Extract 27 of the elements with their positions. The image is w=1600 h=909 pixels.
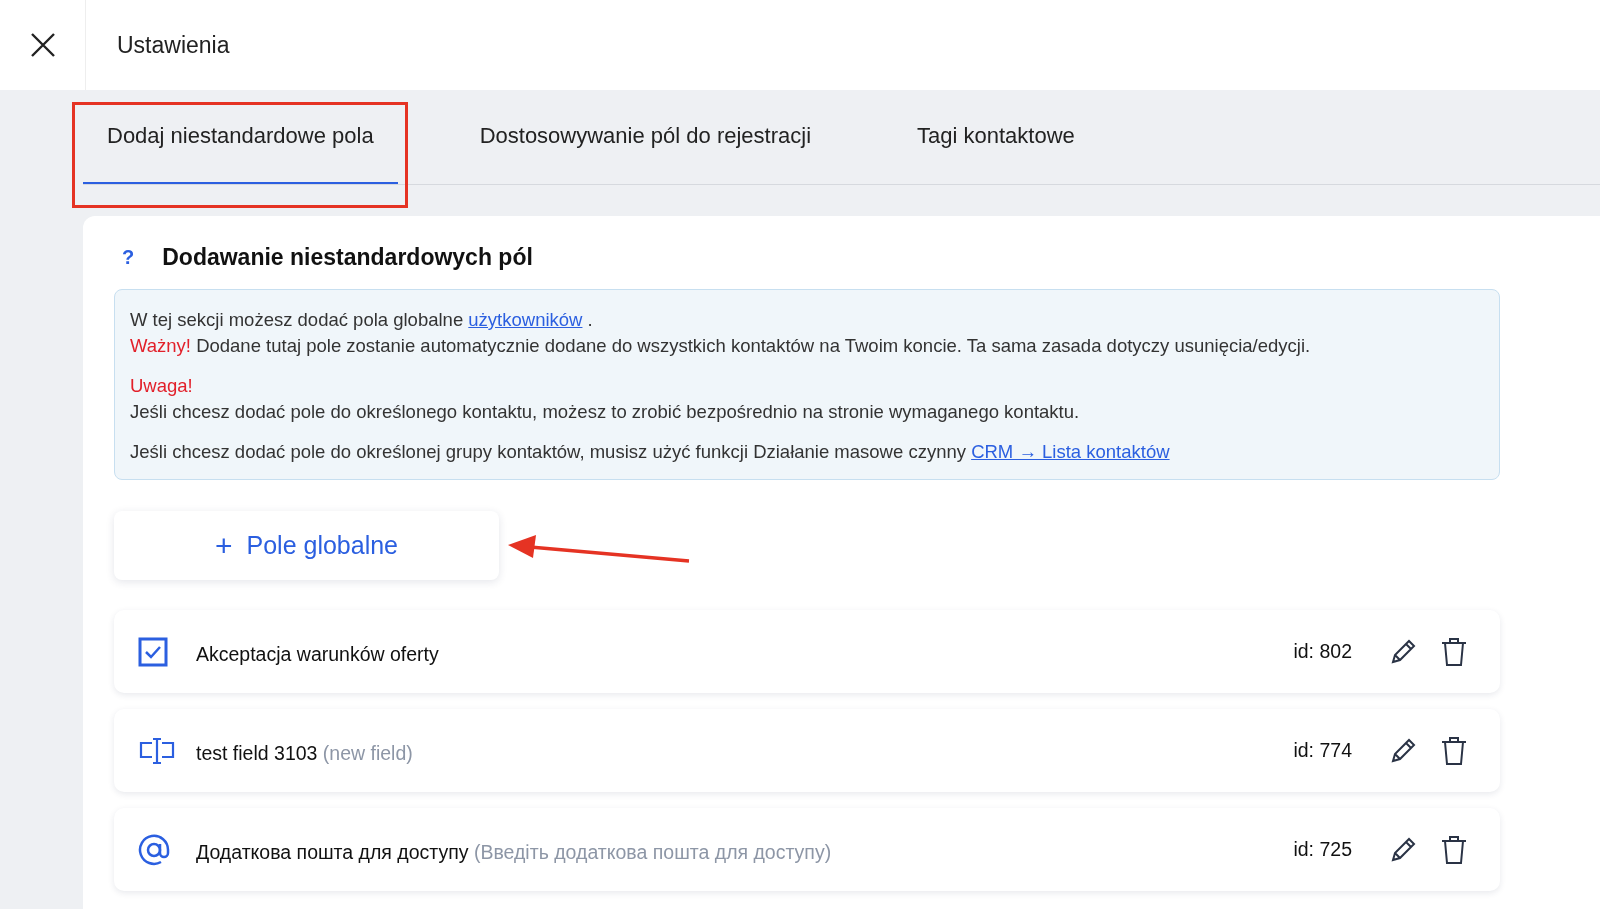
info-text: Jeśli chcesz dodać pole do określonego kontaktu, możesz to zrobić bezpośrednio na stronie wymaganego kontaktu. xyxy=(130,400,1081,424)
users-link[interactable]: użytkowników xyxy=(468,309,583,330)
checkbox-icon xyxy=(138,636,168,667)
plus-icon: + xyxy=(214,528,233,563)
info-text: W tej sekcji możesz dodać pola globalne użytkowników . xyxy=(130,308,594,332)
at-sign-icon xyxy=(138,833,170,866)
page-title: Ustawienia xyxy=(117,31,230,59)
field-id: id: 802 xyxy=(1293,640,1352,663)
field-name: test field 3103 (new field) xyxy=(196,741,414,765)
close-icon xyxy=(29,32,56,58)
important-text: Ważny! Dodane tutaj pole zostanie automatycznie dodane do wszystkich kontaktów na Twoim koncie. Ta sama zasada dotyczy usunięcia/edycji. xyxy=(130,334,1312,358)
add-global-field-button[interactable]: + Pole globalne xyxy=(114,511,499,580)
field-name: Додаткова пошта для доступу (Введіть додаткова пошта для доступу) xyxy=(196,840,833,864)
contact-list-link[interactable]: CRM → Lista kontaktów xyxy=(971,441,1170,462)
trash-icon xyxy=(1440,636,1468,667)
info-text: Jeśli chcesz dodać pole do określonej grupy kontaktów, musisz użyć funkcji Działanie masowe czynny CRM → Lista kontaktów xyxy=(130,440,1171,464)
tab[interactable]: Tagi kontaktowe xyxy=(893,90,1099,184)
warning-label: Uwaga! xyxy=(130,374,194,398)
tab[interactable]: Dodaj niestandardowe pola xyxy=(83,90,398,184)
trash-icon xyxy=(1440,834,1468,865)
section-title: Dodawanie niestandardowych pól xyxy=(162,244,533,271)
field-id: id: 774 xyxy=(1293,739,1352,762)
tab[interactable]: Dostosowywanie pól do rejestracji xyxy=(455,90,835,184)
field-name: Akceptacja warunków oferty xyxy=(196,642,440,666)
field-id: id: 725 xyxy=(1293,838,1352,861)
trash-icon xyxy=(1440,735,1468,766)
help-icon[interactable]: ? xyxy=(122,246,135,269)
